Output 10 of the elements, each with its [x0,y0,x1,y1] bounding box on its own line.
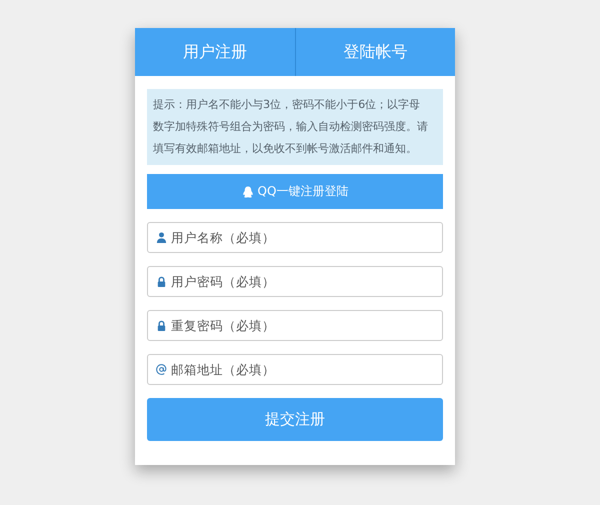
input-field[interactable]: 重复密码（必填） [147,310,443,341]
input-field[interactable]: 用户名称（必填） [147,222,443,253]
qq-login-button[interactable]: QQ一键注册登陆 [147,174,443,209]
penguin-icon [242,186,254,198]
input-field[interactable]: 邮箱地址（必填） [147,354,443,385]
tab[interactable]: 用户注册 [135,28,294,76]
notice-text: 提示：用户名不能小与3位，密码不能小于6位；以字母数字加特殊符号组合为密码，输入自动检测密码强度。请填写有效邮箱地址，以免收不到帐号激活邮件和通知。 [147,89,443,165]
input-field[interactable]: 用户密码（必填） [147,266,443,297]
submit-button[interactable]: 提交注册 [147,398,443,441]
tab[interactable]: 登陆帐号 [294,28,455,76]
